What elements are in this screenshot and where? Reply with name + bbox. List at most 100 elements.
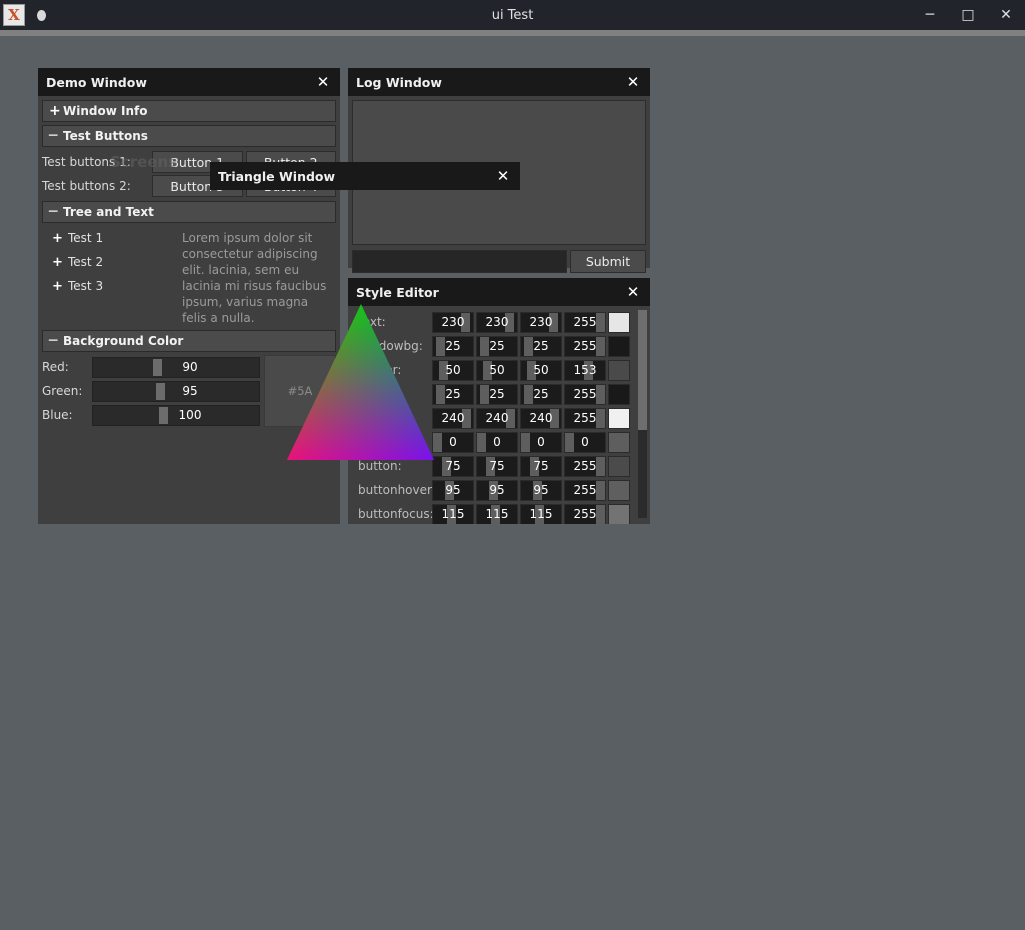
channel-value: 255 [573, 458, 597, 473]
channel-value: 115 [485, 506, 509, 521]
section-label: Background Color [63, 334, 184, 348]
color-swatch[interactable] [608, 359, 630, 381]
color-channel-a-input[interactable]: 255 [564, 383, 606, 405]
color-swatch[interactable] [608, 311, 630, 333]
window-controls: ─ □ ✕ [911, 0, 1025, 30]
rgb-triangle-graphic [285, 304, 436, 460]
slider-label: Red: [42, 360, 69, 374]
color-swatch[interactable] [608, 335, 630, 357]
color-channel-a-input[interactable]: 255 [564, 407, 606, 429]
color-swatch[interactable] [608, 407, 630, 429]
channel-value: 95 [489, 482, 505, 497]
color-channel-a-input[interactable]: 0 [564, 431, 606, 453]
close-icon[interactable]: ✕ [494, 168, 512, 184]
channel-value: 255 [573, 338, 597, 353]
section-label: Tree and Text [63, 205, 154, 219]
channel-value: 255 [573, 314, 597, 329]
color-channel-b-input[interactable]: 50 [520, 359, 562, 381]
close-icon[interactable]: ✕ [624, 74, 642, 90]
color-channel-r-input[interactable]: 95 [432, 479, 474, 501]
triangle-window[interactable]: Triangle Window ✕ [210, 162, 520, 462]
expand-plus-icon: + [52, 230, 63, 246]
style-editor-scrollbar[interactable] [638, 310, 647, 518]
screenshot-watermark: Screens [110, 153, 178, 171]
color-channel-a-input[interactable]: 255 [564, 455, 606, 477]
log-window-title: Log Window [356, 74, 442, 90]
channel-value: 95 [533, 482, 549, 497]
close-icon[interactable]: ✕ [987, 0, 1025, 30]
channel-value: 25 [533, 386, 549, 401]
triangle-window-titlebar[interactable]: Triangle Window ✕ [210, 162, 520, 190]
color-channel-b-input[interactable]: 25 [520, 383, 562, 405]
scrollbar-thumb[interactable] [638, 310, 647, 430]
section-header-test-buttons[interactable]: ─ Test Buttons [42, 125, 336, 147]
channel-value: 255 [573, 410, 597, 425]
color-channel-a-input[interactable]: 255 [564, 503, 606, 524]
color-channel-g-input[interactable]: 95 [476, 479, 518, 501]
color-channel-b-input[interactable]: 25 [520, 335, 562, 357]
color-swatch[interactable] [608, 455, 630, 477]
channel-value: 153 [573, 362, 597, 377]
demo-window-titlebar[interactable]: Demo Window ✕ [38, 68, 340, 96]
channel-value: 255 [573, 386, 597, 401]
style-editor-row: buttonhover: 95 95 95 255 [348, 478, 646, 502]
channel-value: 50 [533, 362, 549, 377]
color-channel-b-input[interactable]: 0 [520, 431, 562, 453]
minimize-icon[interactable]: ─ [911, 0, 949, 30]
channel-value: 25 [533, 338, 549, 353]
color-channel-b-input[interactable]: 230 [520, 311, 562, 333]
channel-value: 0 [581, 434, 589, 449]
style-editor-row: buttonfocus: 115 115 115 255 [348, 502, 646, 524]
color-channel-b-input[interactable]: 95 [520, 479, 562, 501]
submit-button[interactable]: Submit [570, 250, 646, 273]
expand-plus-icon: + [52, 254, 63, 270]
color-channel-b-input[interactable]: 115 [520, 503, 562, 524]
close-icon[interactable]: ✕ [624, 284, 642, 300]
desktop-surface: Demo Window ✕ + Window Info ─ Test Butto… [0, 36, 1025, 930]
tree-list: + Test 1 + Test 2 + Test 3 [42, 226, 182, 326]
os-titlebar: X ui Test ─ □ ✕ [0, 0, 1025, 30]
channel-value: 255 [573, 482, 597, 497]
channel-value: 115 [529, 506, 553, 521]
close-icon[interactable]: ✕ [314, 74, 332, 90]
log-window-titlebar[interactable]: Log Window ✕ [348, 68, 650, 96]
channel-value: 75 [533, 458, 549, 473]
color-channel-b-input[interactable]: 75 [520, 455, 562, 477]
section-header-window-info[interactable]: + Window Info [42, 100, 336, 122]
color-channel-a-input[interactable]: 255 [564, 479, 606, 501]
collapse-minus-icon: ─ [49, 128, 58, 144]
color-channel-r-input[interactable]: 115 [432, 503, 474, 524]
tree-item-label: Test 2 [68, 255, 104, 269]
tree-item-test-2[interactable]: + Test 2 [42, 250, 182, 274]
tree-item-label: Test 1 [68, 231, 104, 245]
row-label: Test buttons 2: [42, 179, 131, 193]
color-swatch[interactable] [608, 431, 630, 453]
demo-window-title: Demo Window [46, 74, 147, 90]
window-status-dot [37, 9, 46, 21]
channel-value: 115 [441, 506, 465, 521]
section-label: Window Info [63, 104, 148, 118]
color-swatch[interactable] [608, 479, 630, 501]
color-channel-a-input[interactable]: 255 [564, 335, 606, 357]
window-title: ui Test [491, 7, 534, 23]
color-channel-g-input[interactable]: 115 [476, 503, 518, 524]
tree-item-test-1[interactable]: + Test 1 [42, 226, 182, 250]
color-channel-a-input[interactable]: 255 [564, 311, 606, 333]
style-property-label: buttonhover: [358, 483, 436, 497]
channel-value: 95 [445, 482, 461, 497]
style-property-label: buttonfocus: [358, 507, 434, 521]
channel-value: 255 [573, 506, 597, 521]
channel-value: 240 [529, 410, 553, 425]
expand-plus-icon: + [52, 278, 63, 294]
color-swatch[interactable] [608, 383, 630, 405]
channel-value: 230 [529, 314, 553, 329]
tree-item-label: Test 3 [68, 279, 104, 293]
app-icon: X [3, 4, 25, 26]
maximize-icon[interactable]: □ [949, 0, 987, 30]
color-swatch[interactable] [608, 503, 630, 524]
color-channel-a-input[interactable]: 153 [564, 359, 606, 381]
color-channel-b-input[interactable]: 240 [520, 407, 562, 429]
slider-label: Blue: [42, 408, 73, 422]
tree-item-test-3[interactable]: + Test 3 [42, 274, 182, 298]
channel-value: 0 [537, 434, 545, 449]
